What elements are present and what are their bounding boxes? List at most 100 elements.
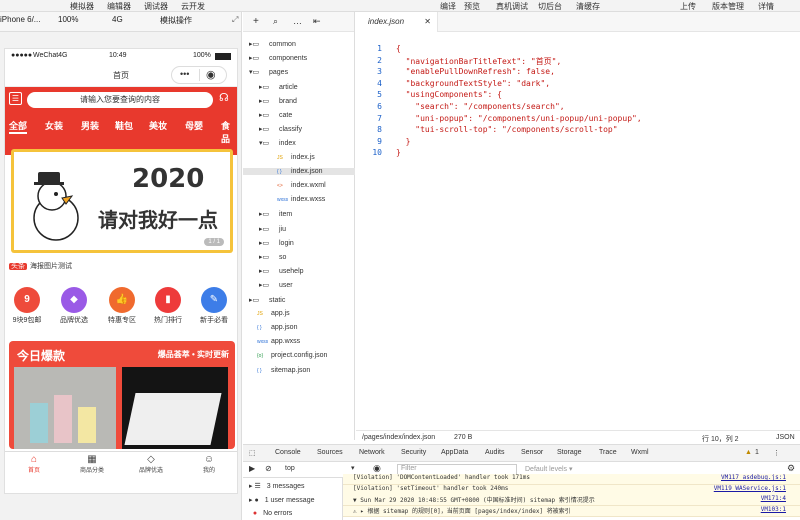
message-icon[interactable]: ☰: [9, 92, 22, 105]
category-tab[interactable]: 全部: [9, 119, 28, 134]
banner-carousel[interactable]: 2020 请对我好一点 1 / 1: [11, 149, 233, 253]
network-select[interactable]: 4G: [112, 15, 123, 24]
folder-pages[interactable]: ▾▭ pages: [249, 68, 288, 76]
entry-hot-ranking[interactable]: ▮ 热门排行: [146, 287, 190, 325]
preview-button[interactable]: 预览: [464, 1, 480, 12]
folder-jiu[interactable]: ▸▭ jiu: [259, 225, 286, 233]
console-message[interactable]: [Violation] 'DOMContentLoaded' handler t…: [343, 474, 800, 485]
menu-debugger[interactable]: 调试器: [144, 1, 168, 12]
console-source-link[interactable]: VM117 asdebug.js:1: [721, 474, 786, 481]
warning-icon[interactable]: ▲: [745, 449, 752, 456]
capsule-menu[interactable]: ••• ◉: [171, 66, 227, 84]
product-image-box[interactable]: [122, 367, 228, 449]
devtools-tab[interactable]: Security: [401, 449, 426, 456]
file-index-wxml[interactable]: <> index.wxml: [269, 182, 326, 189]
tab-categories[interactable]: ▦ 商品分类: [63, 452, 121, 474]
devtools-tab[interactable]: Storage: [557, 449, 582, 456]
folder-login[interactable]: ▸▭ login: [259, 239, 294, 247]
close-tab-icon[interactable]: ✕: [424, 17, 431, 26]
remote-debug-button[interactable]: 真机调试: [496, 1, 528, 12]
add-file-icon[interactable]: +: [253, 16, 259, 27]
language-mode[interactable]: JSON: [776, 434, 795, 441]
category-tab[interactable]: 女装: [45, 119, 63, 132]
log-levels-select[interactable]: Default levels ▾: [525, 465, 572, 473]
product-image-cups[interactable]: [14, 367, 116, 449]
collapse-icon[interactable]: ⇤: [313, 16, 321, 27]
folder-classify[interactable]: ▸▭ classify: [259, 125, 302, 133]
file-index-json[interactable]: { } index.json: [243, 167, 355, 175]
more-options-icon[interactable]: …: [293, 16, 302, 26]
menu-simulator[interactable]: 模拟器: [70, 1, 94, 12]
file-app-json[interactable]: { } app.json: [249, 324, 297, 331]
category-tab[interactable]: 母婴: [185, 119, 203, 132]
console-source-link[interactable]: VM119 WAService.js:1: [714, 485, 786, 492]
folder-brand[interactable]: ▸▭ brand: [259, 97, 297, 105]
devtools-tab[interactable]: Sensor: [521, 449, 543, 456]
entry-beginner-guide[interactable]: ✎ 新手必看: [192, 287, 236, 325]
headset-icon[interactable]: ☊: [219, 91, 229, 104]
folder-user[interactable]: ▸▭ user: [259, 281, 293, 289]
devtools-tab[interactable]: Wxml: [631, 449, 649, 456]
inspect-icon[interactable]: ⬚: [249, 449, 256, 457]
details-button[interactable]: 详情: [758, 1, 774, 12]
user-messages-filter[interactable]: ▸ ● 1 user message: [243, 496, 315, 504]
sidebar-toggle-icon[interactable]: ▶: [249, 464, 255, 473]
folder-components[interactable]: ▸▭ components: [249, 54, 307, 62]
console-message[interactable]: [Violation] 'setTimeout' handler took 24…: [343, 484, 800, 496]
version-button[interactable]: 版本管理: [712, 1, 744, 12]
news-ticker[interactable]: 头条 海报图片测试: [9, 261, 72, 271]
search-icon[interactable]: ⌕: [273, 16, 278, 27]
messages-filter[interactable]: ▸ ☰ 3 messages: [243, 482, 304, 490]
category-tab[interactable]: 鞋包: [115, 119, 133, 132]
devtools-tab[interactable]: Trace: [599, 449, 617, 456]
background-button[interactable]: 切后台: [538, 1, 562, 12]
upload-button[interactable]: 上传: [680, 1, 696, 12]
file-app-js[interactable]: JS app.js: [249, 310, 290, 317]
errors-filter[interactable]: ● No errors: [243, 510, 292, 517]
folder-common[interactable]: ▸▭ common: [249, 40, 296, 48]
clear-console-icon[interactable]: ⊘: [265, 464, 272, 473]
file-index-js[interactable]: JS index.js: [269, 154, 315, 161]
console-source-link[interactable]: VM171:4: [761, 495, 786, 502]
zoom-select[interactable]: 100%: [58, 15, 78, 24]
clear-cache-button[interactable]: 清缓存: [576, 1, 600, 12]
file-index-wxss[interactable]: wxss index.wxss: [269, 196, 325, 203]
simulate-action-select[interactable]: 模拟操作: [160, 15, 192, 26]
context-dropdown-icon[interactable]: ▾: [351, 464, 355, 472]
device-select[interactable]: iPhone 6/...: [0, 15, 40, 24]
entry-9-9-free-shipping[interactable]: 9 9块9包邮: [5, 287, 49, 325]
entry-brand-picks[interactable]: ◆ 品牌优选: [52, 287, 96, 325]
close-mini-program-icon[interactable]: ◉: [206, 68, 216, 81]
devtools-tab[interactable]: Network: [359, 449, 385, 456]
folder-index[interactable]: ▾▭ index: [259, 139, 296, 147]
category-tab[interactable]: 美妆: [149, 119, 167, 132]
menu-editor[interactable]: 编辑器: [107, 1, 131, 12]
eye-icon[interactable]: ◉: [373, 463, 381, 474]
folder-usehelp[interactable]: ▸▭ usehelp: [259, 267, 304, 275]
tab-home[interactable]: ⌂ 首页: [5, 452, 63, 474]
devtools-menu-icon[interactable]: ⋮: [773, 449, 780, 457]
category-tab[interactable]: 食品: [221, 119, 237, 145]
file-project-config-json[interactable]: {o} project.config.json: [249, 352, 327, 359]
tab-profile[interactable]: ☺ 我的: [180, 452, 237, 474]
search-input[interactable]: 请输入您要查询的内容: [27, 92, 213, 108]
category-tab[interactable]: 男装: [81, 119, 99, 132]
console-source-link[interactable]: VM103:1: [761, 506, 786, 513]
folder-article[interactable]: ▸▭ article: [259, 83, 298, 91]
folder-static[interactable]: ▸▭ static: [249, 296, 285, 304]
context-select[interactable]: top: [285, 465, 295, 472]
more-icon[interactable]: •••: [180, 69, 189, 79]
devtools-tab[interactable]: Console: [275, 449, 301, 456]
folder-cate[interactable]: ▸▭ cate: [259, 111, 292, 119]
console-message[interactable]: ▼ Sun Mar 29 2020 10:48:55 GMT+0800 (中国标…: [343, 495, 800, 506]
tab-brands[interactable]: ◇ 品牌优选: [122, 452, 180, 474]
folder-item[interactable]: ▸▭ item: [259, 210, 292, 218]
console-message[interactable]: ⚠ ▸ 根据 sitemap 的规则[0]，当前页面 [pages/index/…: [343, 505, 800, 517]
devtools-tab[interactable]: Audits: [485, 449, 504, 456]
menu-cloud[interactable]: 云开发: [181, 1, 205, 12]
devtools-tab[interactable]: AppData: [441, 449, 468, 456]
editor-tab-index-json[interactable]: index.json ✕: [356, 12, 438, 32]
folder-so[interactable]: ▸▭ so: [259, 253, 286, 261]
devtools-tab[interactable]: Sources: [317, 449, 343, 456]
compile-button[interactable]: 编译: [440, 1, 456, 12]
